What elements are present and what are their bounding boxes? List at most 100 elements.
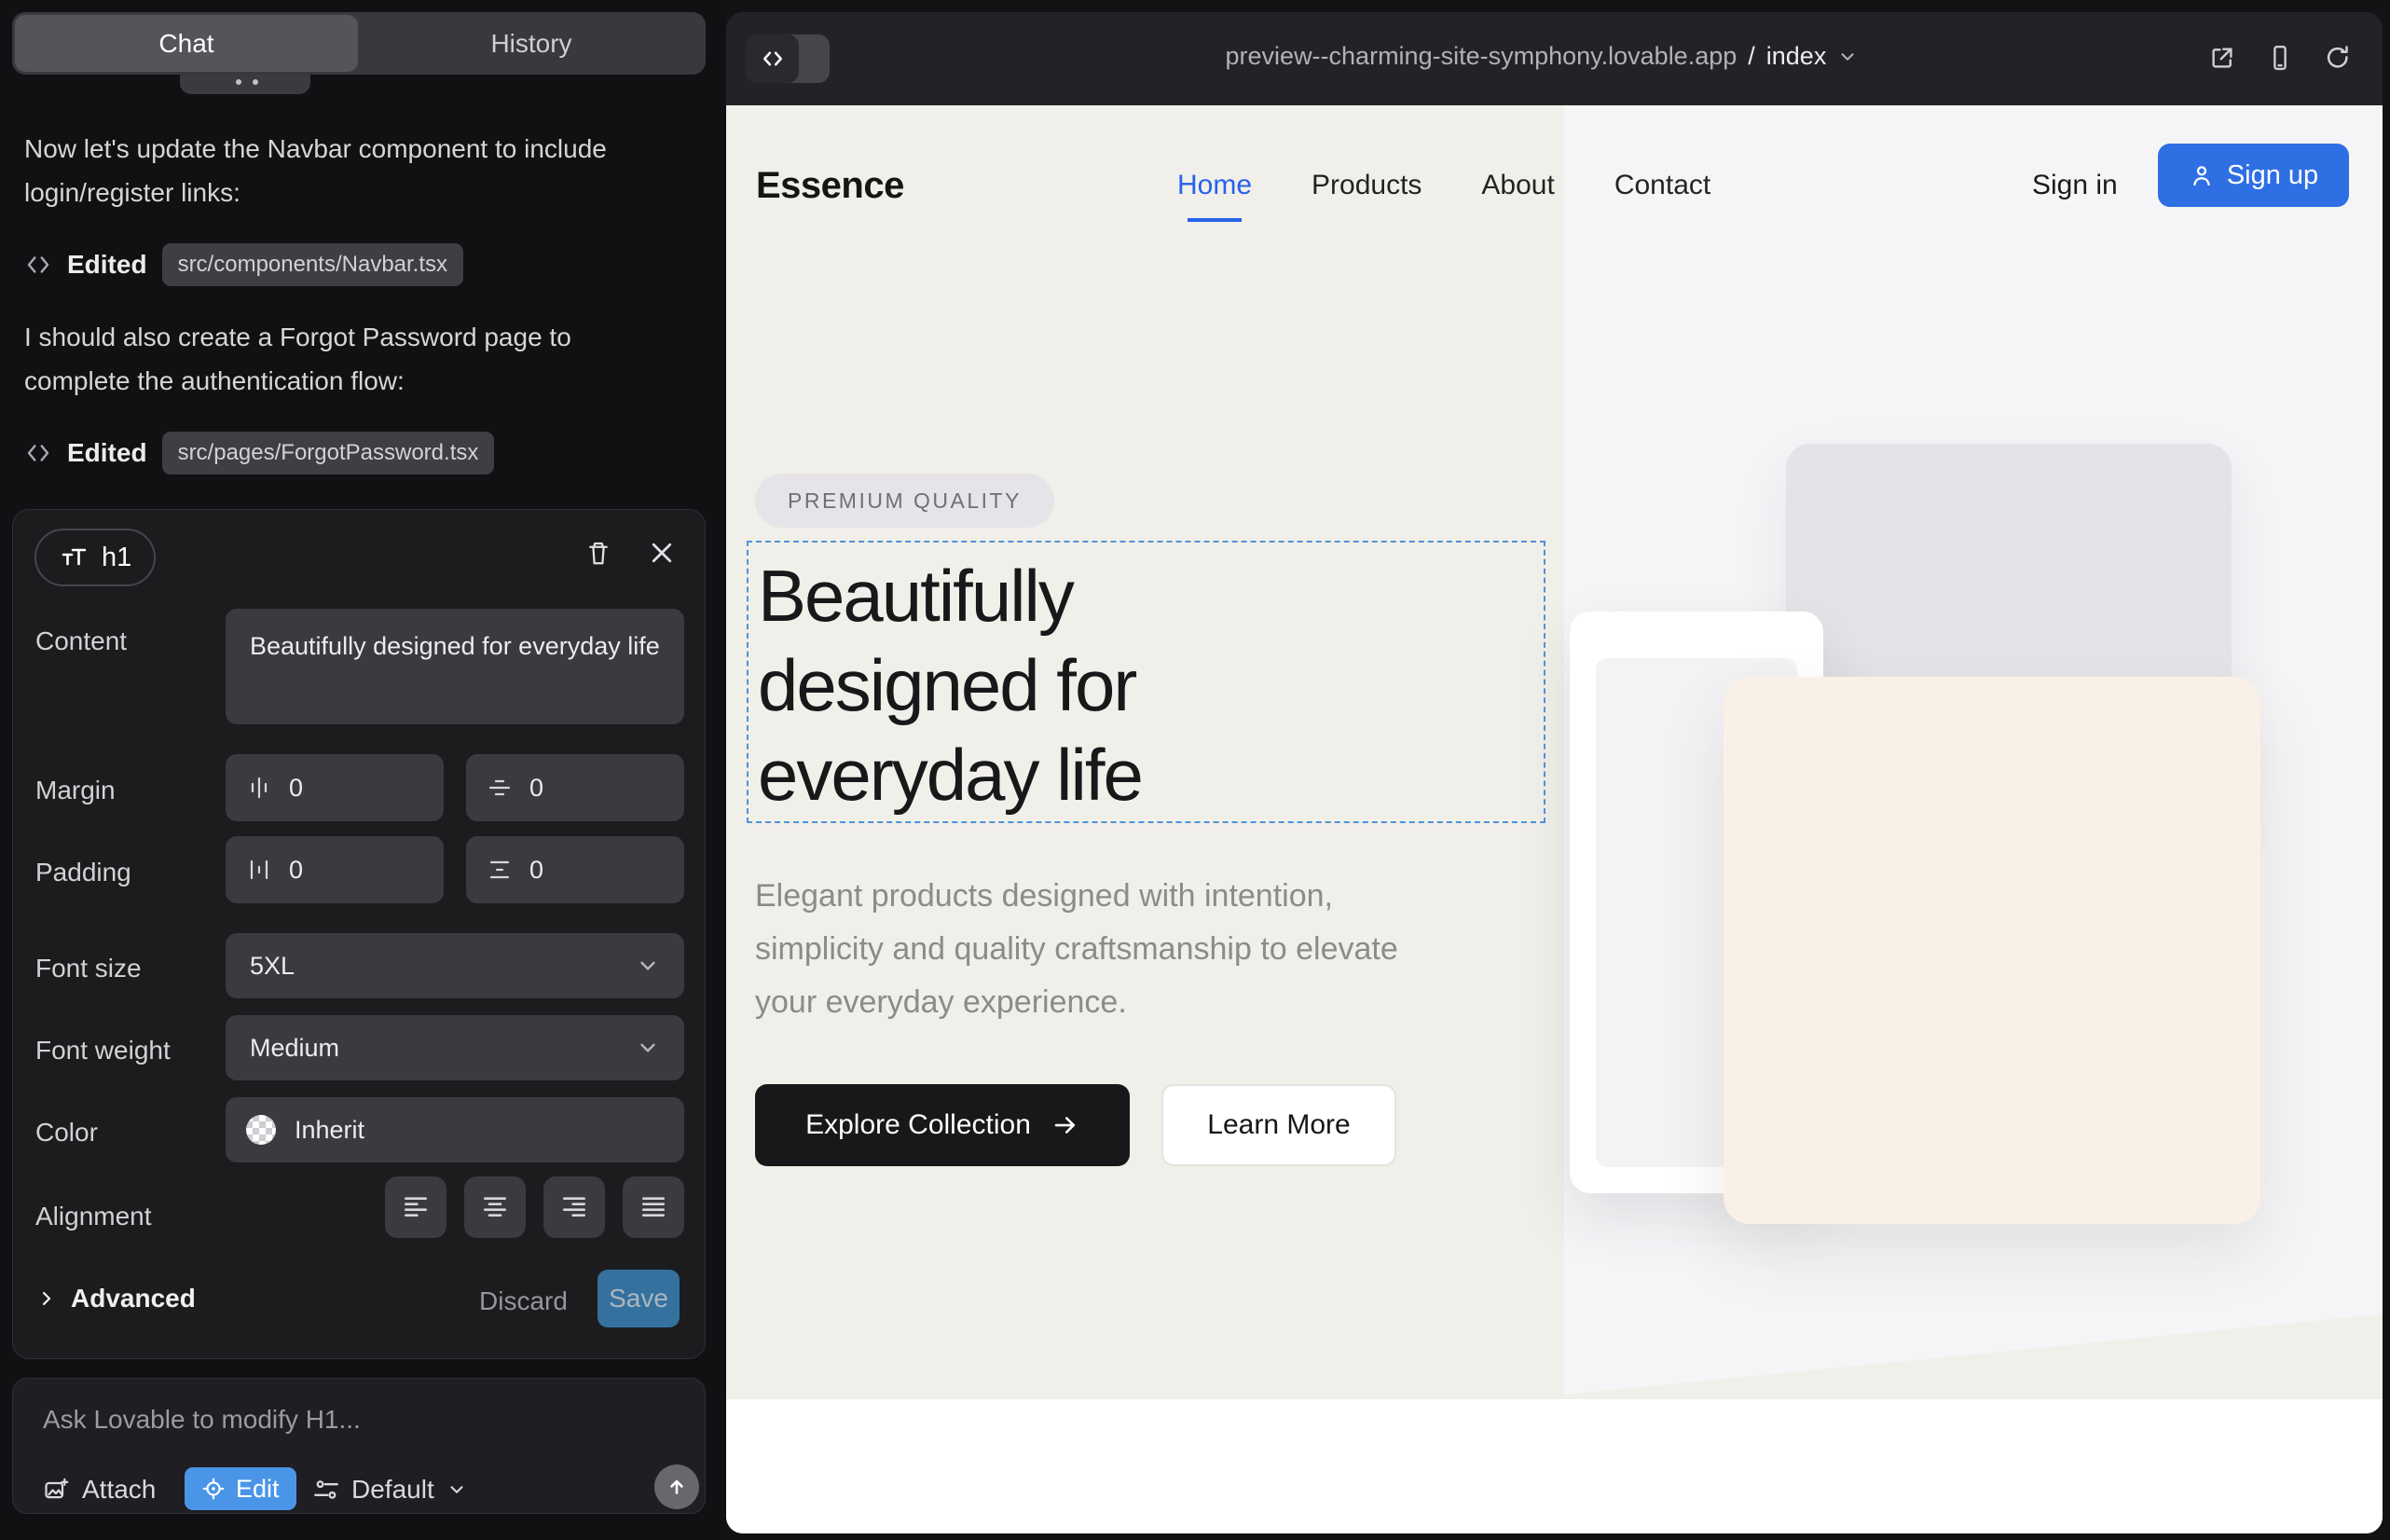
nav-link-home[interactable]: Home	[1177, 170, 1252, 201]
advanced-toggle[interactable]: Advanced	[35, 1284, 196, 1313]
chat-message: I should also create a Forgot Password p…	[24, 315, 658, 403]
align-center-button[interactable]	[464, 1176, 526, 1238]
mode-selector[interactable]: Default	[313, 1468, 467, 1510]
color-swatch	[246, 1115, 276, 1145]
user-icon	[2189, 162, 2215, 188]
edited-file-chip[interactable]: src/pages/ForgotPassword.tsx	[162, 432, 495, 474]
font-size-value: 5XL	[250, 952, 295, 981]
preview-actions	[2207, 43, 2353, 73]
margin-x-input[interactable]: 0	[226, 754, 444, 821]
hero-heading-line: Beautifully	[758, 551, 1142, 640]
lovable-app: Chat History Now let's update the Navbar…	[0, 0, 2390, 1540]
chat-composer: Attach Edit Default	[12, 1378, 706, 1514]
font-weight-select[interactable]: Medium	[226, 1015, 684, 1080]
tab-history-label: History	[490, 29, 571, 59]
url-separator: /	[1748, 42, 1755, 71]
edit-mode-button[interactable]: Edit	[185, 1467, 296, 1510]
chat-panel: Chat History Now let's update the Navbar…	[0, 0, 726, 1540]
hero-heading-line: everyday life	[758, 730, 1142, 819]
alignment-label: Alignment	[35, 1202, 152, 1231]
align-left-button[interactable]	[385, 1176, 446, 1238]
element-editor-panel: h1 Content Beautifully designed for ever…	[12, 509, 706, 1359]
url-page: index	[1766, 42, 1827, 71]
edited-file-row: Edited src/components/Navbar.tsx	[24, 242, 463, 287]
sign-up-label: Sign up	[2227, 160, 2318, 191]
site-viewport: Essence Home Products About Contact Sign…	[726, 105, 2383, 1533]
nav-link-products[interactable]: Products	[1312, 170, 1422, 201]
decorative-card-cream	[1724, 677, 2260, 1224]
explore-collection-label: Explore Collection	[805, 1109, 1031, 1141]
open-in-new-tab-icon[interactable]	[2207, 43, 2237, 73]
edited-label: Edited	[67, 250, 147, 280]
padding-x-input[interactable]: 0	[226, 836, 444, 903]
chevron-down-icon	[446, 1479, 467, 1500]
nav-link-about[interactable]: About	[1481, 170, 1554, 201]
site-nav: Home Products About Contact	[1177, 170, 1710, 201]
margin-vertical-icon	[487, 775, 513, 801]
margin-horizontal-icon	[246, 775, 272, 801]
explore-collection-button[interactable]: Explore Collection	[755, 1084, 1130, 1166]
color-value: Inherit	[295, 1116, 364, 1145]
padding-horizontal-icon	[246, 857, 272, 883]
chevron-down-icon	[636, 1036, 660, 1060]
code-icon	[24, 439, 52, 467]
mode-label: Default	[351, 1475, 434, 1505]
align-justify-button[interactable]	[623, 1176, 684, 1238]
code-toggle-segment	[746, 34, 799, 83]
chevron-down-icon	[1837, 47, 1858, 67]
chat-message: Now let's update the Navbar component to…	[24, 127, 639, 214]
chevron-down-icon	[636, 954, 660, 978]
margin-y-value: 0	[529, 774, 543, 803]
margin-label: Margin	[35, 776, 116, 805]
composer-input[interactable]	[43, 1399, 677, 1440]
tab-bar: Chat History	[12, 12, 706, 75]
learn-more-button[interactable]: Learn More	[1161, 1084, 1396, 1166]
site-logo[interactable]: Essence	[756, 165, 904, 207]
font-size-select[interactable]: 5XL	[226, 933, 684, 998]
preview-pane: preview--charming-site-symphony.lovable.…	[726, 12, 2383, 1533]
url-domain: preview--charming-site-symphony.lovable.…	[1226, 42, 1738, 71]
font-size-label: Font size	[35, 954, 142, 983]
close-panel-button[interactable]	[645, 536, 679, 570]
color-label: Color	[35, 1118, 98, 1148]
attach-image-icon	[43, 1477, 69, 1503]
padding-y-value: 0	[529, 856, 543, 885]
attach-label: Attach	[82, 1475, 156, 1505]
advanced-label: Advanced	[71, 1284, 196, 1313]
save-button[interactable]: Save	[598, 1270, 680, 1327]
sign-in-link[interactable]: Sign in	[2032, 170, 2118, 201]
discard-button[interactable]: Discard	[479, 1286, 568, 1316]
arrow-right-icon	[1051, 1111, 1079, 1139]
send-button[interactable]	[654, 1464, 699, 1509]
hero-heading[interactable]: Beautifully designed for everyday life	[758, 551, 1142, 819]
color-select[interactable]: Inherit	[226, 1097, 684, 1162]
next-section-background	[726, 1399, 2383, 1533]
hero-heading-line: designed for	[758, 640, 1142, 730]
padding-label: Padding	[35, 858, 131, 887]
padding-y-input[interactable]: 0	[466, 836, 684, 903]
selected-element-pill: h1	[34, 529, 156, 586]
align-right-button[interactable]	[543, 1176, 605, 1238]
tab-chat-label: Chat	[158, 29, 213, 59]
content-input[interactable]: Beautifully designed for everyday life	[226, 609, 684, 724]
selected-tag-label: h1	[102, 543, 131, 573]
text-type-icon	[59, 543, 89, 572]
sign-up-button[interactable]: Sign up	[2158, 144, 2349, 207]
truncated-chip	[180, 75, 310, 94]
padding-vertical-icon	[487, 857, 513, 883]
target-icon	[201, 1477, 226, 1501]
refresh-icon[interactable]	[2323, 43, 2353, 73]
attach-button[interactable]: Attach	[43, 1468, 156, 1510]
delete-element-button[interactable]	[582, 536, 615, 570]
edited-file-chip[interactable]: src/components/Navbar.tsx	[162, 243, 463, 286]
mobile-view-icon[interactable]	[2265, 43, 2295, 73]
preview-toolbar: preview--charming-site-symphony.lovable.…	[726, 12, 2383, 105]
preview-url[interactable]: preview--charming-site-symphony.lovable.…	[1226, 42, 1859, 71]
hero-paragraph: Elegant products designed with intention…	[755, 870, 1417, 1029]
tab-history[interactable]: History	[361, 12, 702, 75]
edited-label: Edited	[67, 438, 147, 468]
margin-y-input[interactable]: 0	[466, 754, 684, 821]
tab-chat[interactable]: Chat	[15, 15, 358, 72]
nav-link-contact[interactable]: Contact	[1614, 170, 1710, 201]
code-preview-toggle[interactable]	[746, 34, 830, 83]
